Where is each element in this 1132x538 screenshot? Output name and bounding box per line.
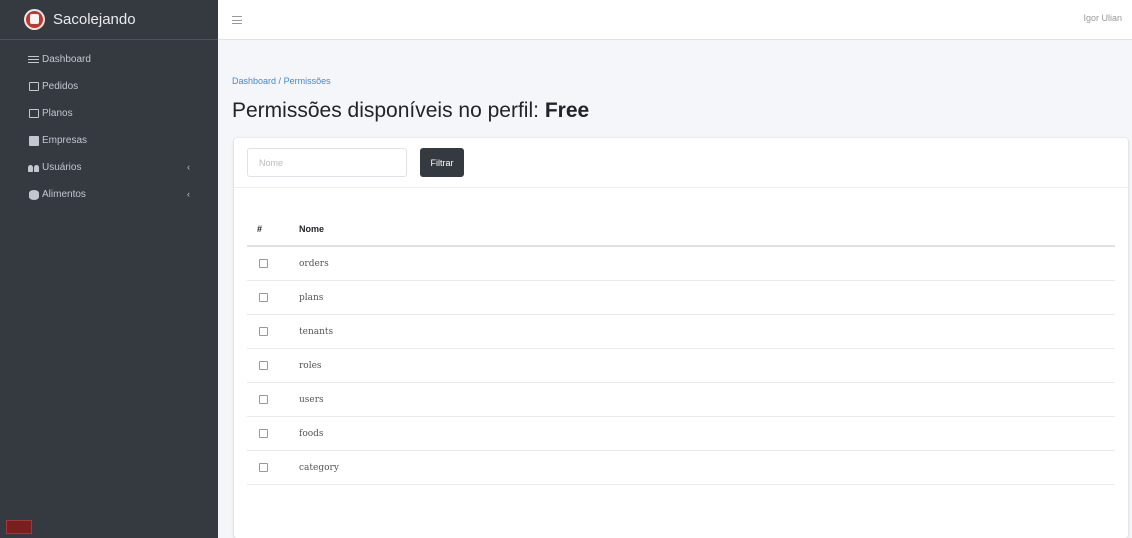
permission-checkbox[interactable] (259, 463, 268, 472)
brand[interactable]: Sacolejando (0, 0, 218, 40)
users-icon (28, 162, 39, 173)
breadcrumb-home-link[interactable]: Dashboard (232, 76, 276, 86)
sidebar-item-label: Pedidos (42, 81, 79, 92)
name-filter-input[interactable] (247, 148, 407, 177)
table-row: category (247, 451, 1115, 485)
user-menu[interactable]: Igor Ulian (1083, 13, 1122, 23)
sidebar-item-label: Alimentos (42, 189, 86, 200)
sidebar-item-empresas[interactable]: Empresas (0, 127, 218, 154)
sidebar-item-planos[interactable]: Planos (0, 100, 218, 127)
sidebar-item-usuarios[interactable]: Usuários ‹ (0, 154, 218, 181)
sidebar-item-pedidos[interactable]: Pedidos (0, 73, 218, 100)
permission-name: tenants (299, 326, 334, 337)
table-row: users (247, 383, 1115, 417)
sidebar-item-alimentos[interactable]: Alimentos ‹ (0, 181, 218, 208)
breadcrumb-separator: / (278, 76, 282, 86)
menu-toggle-icon[interactable] (232, 16, 242, 24)
chevron-left-icon: ‹ (187, 162, 190, 172)
permission-checkbox[interactable] (259, 259, 268, 268)
sidebar-item-label: Empresas (42, 135, 88, 146)
permission-name: users (299, 394, 324, 405)
sidebar-item-label: Planos (42, 108, 73, 119)
filter-button[interactable]: Filtrar (420, 148, 464, 177)
table-row: plans (247, 281, 1115, 315)
building-icon (28, 135, 39, 146)
table-row: orders (247, 247, 1115, 281)
breadcrumb-current-link[interactable]: Permissões (284, 76, 331, 86)
clipboard-icon (28, 81, 39, 92)
sidebar-item-label: Usuários (42, 162, 82, 173)
brand-name: Sacolejando (53, 11, 136, 28)
table-row: foods (247, 417, 1115, 451)
sidebar-item-label: Dashboard (42, 54, 91, 65)
column-header-name: Nome (299, 223, 325, 234)
column-header-number: # (257, 223, 263, 234)
page-title: Permissões disponíveis no perfil: Free (232, 99, 589, 123)
permission-checkbox[interactable] (259, 395, 268, 404)
page-title-prefix: Permissões disponíveis no perfil: (232, 99, 539, 122)
table-row: tenants (247, 315, 1115, 349)
brand-logo-icon (24, 9, 45, 30)
permission-checkbox[interactable] (259, 429, 268, 438)
permission-name: category (299, 462, 339, 473)
breadcrumb: Dashboard / Permissões (232, 76, 331, 86)
table-row: roles (247, 349, 1115, 383)
topbar: Igor Ulian (218, 0, 1132, 40)
debug-toolbar-icon[interactable] (6, 520, 32, 534)
filter-form: Filtrar (234, 138, 1128, 188)
permission-checkbox[interactable] (259, 327, 268, 336)
permissions-table: # Nome orders plans tenants roles users … (247, 212, 1115, 485)
permission-name: plans (299, 292, 324, 303)
permissions-card: Filtrar # Nome orders plans tenants role… (234, 138, 1128, 538)
sidebar-nav: Dashboard Pedidos Planos Empresas Usuári… (0, 40, 218, 208)
database-icon (28, 189, 39, 200)
clipboard-icon (28, 108, 39, 119)
permission-checkbox[interactable] (259, 361, 268, 370)
permission-checkbox[interactable] (259, 293, 268, 302)
sidebar-item-dashboard[interactable]: Dashboard (0, 46, 218, 73)
permission-name: orders (299, 258, 329, 269)
chevron-left-icon: ‹ (187, 189, 190, 199)
permission-name: roles (299, 360, 322, 371)
sidebar: Sacolejando Dashboard Pedidos Planos Emp… (0, 0, 218, 538)
profile-name: Free (544, 99, 590, 122)
permission-name: foods (299, 428, 324, 439)
dashboard-icon (28, 54, 39, 65)
table-header: # Nome (247, 212, 1115, 247)
